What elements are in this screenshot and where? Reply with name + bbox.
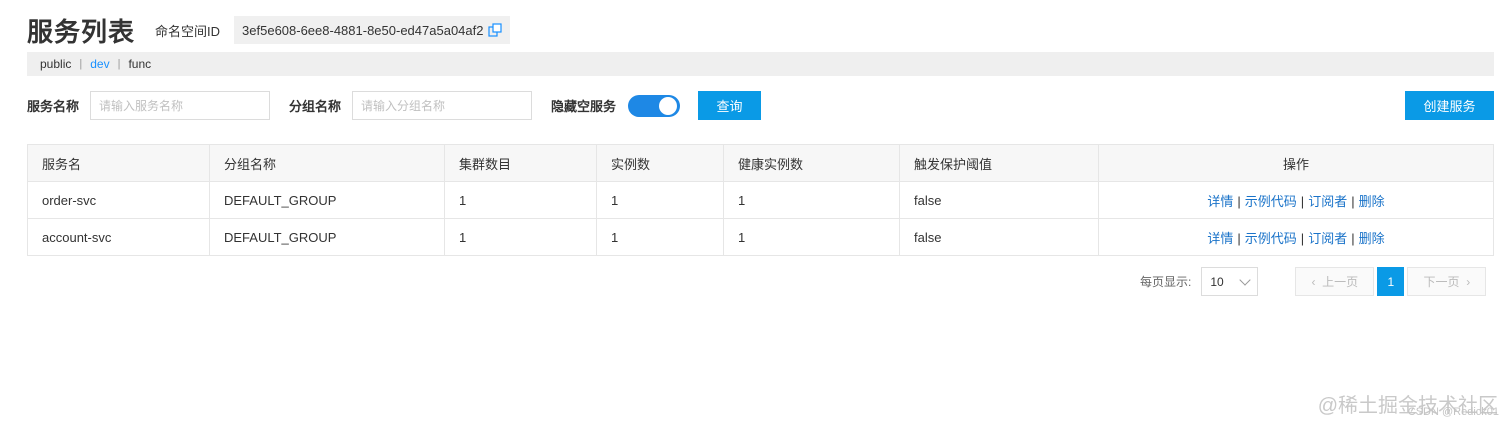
namespace-public[interactable]: public xyxy=(40,57,71,71)
cell-actions: 详情 | 示例代码 | 订阅者 | 删除 xyxy=(1098,218,1494,256)
hide-empty-label: 隐藏空服务 xyxy=(551,99,617,114)
watermark-csdn: CSDN @Redick01 xyxy=(1407,406,1499,418)
pagination: 每页显示: 10 ‹ 上一页 1 下一页 › xyxy=(1140,267,1487,296)
namespace-separator: | xyxy=(117,58,121,70)
cell-healthy: 1 xyxy=(723,218,900,256)
page-size-select[interactable]: 10 xyxy=(1201,267,1259,296)
action-separator: | xyxy=(1237,193,1241,209)
cell-service: order-svc xyxy=(27,181,210,219)
namespace-id-box: 3ef5e608-6ee8-4881-8e50-ed47a5a04af2 xyxy=(234,16,511,44)
cell-service: account-svc xyxy=(27,218,210,256)
col-header-actions: 操作 xyxy=(1098,144,1494,182)
cell-clusters: 1 xyxy=(444,218,597,256)
table-row: account-svc DEFAULT_GROUP 1 1 1 false 详情… xyxy=(27,218,1494,256)
prev-page-label: 上一页 xyxy=(1322,275,1359,289)
col-header-clusters: 集群数目 xyxy=(444,144,597,182)
namespace-bar: public | dev | func xyxy=(27,52,1494,76)
title-row: 服务列表 命名空间ID 3ef5e608-6ee8-4881-8e50-ed47… xyxy=(27,12,511,48)
action-separator: | xyxy=(1351,230,1355,246)
action-separator: | xyxy=(1237,230,1241,246)
toggle-knob xyxy=(659,96,678,115)
delete-link[interactable]: 删除 xyxy=(1359,231,1385,246)
sample-code-link[interactable]: 示例代码 xyxy=(1245,231,1297,246)
namespace-label: 命名空间ID xyxy=(155,23,221,39)
group-name-input[interactable] xyxy=(352,91,533,120)
page-size-label: 每页显示: xyxy=(1140,275,1192,289)
cell-group: DEFAULT_GROUP xyxy=(209,181,445,219)
create-service-button[interactable]: 创建服务 xyxy=(1405,91,1494,120)
subscribers-link[interactable]: 订阅者 xyxy=(1308,231,1347,246)
namespace-id-value: 3ef5e608-6ee8-4881-8e50-ed47a5a04af2 xyxy=(242,22,484,38)
action-separator: | xyxy=(1300,193,1305,209)
cell-protect: false xyxy=(899,218,1099,256)
detail-link[interactable]: 详情 xyxy=(1207,231,1233,246)
service-table: 服务名 分组名称 集群数目 实例数 健康实例数 触发保护阈值 操作 order-… xyxy=(27,144,1494,256)
query-button[interactable]: 查询 xyxy=(698,91,762,120)
namespace-separator: | xyxy=(79,58,83,70)
namespace-dev[interactable]: dev xyxy=(90,57,109,71)
chevron-right-icon: › xyxy=(1466,274,1471,289)
cell-group: DEFAULT_GROUP xyxy=(209,218,445,256)
next-page-label: 下一页 xyxy=(1423,275,1460,289)
cell-healthy: 1 xyxy=(723,181,900,219)
next-page-button[interactable]: 下一页 › xyxy=(1407,267,1487,296)
copy-icon[interactable] xyxy=(488,23,503,37)
col-header-instances: 实例数 xyxy=(596,144,724,182)
group-name-label: 分组名称 xyxy=(289,99,342,114)
filter-row: 服务名称 分组名称 隐藏空服务 查询 创建服务 xyxy=(27,91,1494,120)
col-header-protect: 触发保护阈值 xyxy=(899,144,1099,182)
service-name-label: 服务名称 xyxy=(27,99,80,114)
page-size-value: 10 xyxy=(1210,274,1224,289)
action-separator: | xyxy=(1300,230,1305,246)
namespace-func[interactable]: func xyxy=(128,57,151,71)
col-header-healthy: 健康实例数 xyxy=(723,144,900,182)
cell-clusters: 1 xyxy=(444,181,597,219)
subscribers-link[interactable]: 订阅者 xyxy=(1308,194,1347,209)
cell-actions: 详情 | 示例代码 | 订阅者 | 删除 xyxy=(1098,181,1494,219)
detail-link[interactable]: 详情 xyxy=(1207,194,1233,209)
col-header-service: 服务名 xyxy=(27,144,210,182)
cell-protect: false xyxy=(899,181,1099,219)
page-title: 服务列表 xyxy=(27,16,136,47)
table-header-row: 服务名 分组名称 集群数目 实例数 健康实例数 触发保护阈值 操作 xyxy=(27,144,1494,182)
table-row: order-svc DEFAULT_GROUP 1 1 1 false 详情 | 示… xyxy=(27,181,1494,219)
chevron-left-icon: ‹ xyxy=(1311,274,1316,289)
col-header-group: 分组名称 xyxy=(209,144,445,182)
service-name-input[interactable] xyxy=(90,91,271,120)
current-page-button[interactable]: 1 xyxy=(1377,267,1405,296)
cell-instances: 1 xyxy=(596,218,724,256)
cell-instances: 1 xyxy=(596,181,724,219)
hide-empty-toggle[interactable] xyxy=(628,94,681,117)
delete-link[interactable]: 删除 xyxy=(1359,194,1385,209)
action-separator: | xyxy=(1351,193,1355,209)
sample-code-link[interactable]: 示例代码 xyxy=(1245,194,1297,209)
prev-page-button[interactable]: ‹ 上一页 xyxy=(1295,267,1375,296)
chevron-down-icon xyxy=(1239,273,1252,286)
